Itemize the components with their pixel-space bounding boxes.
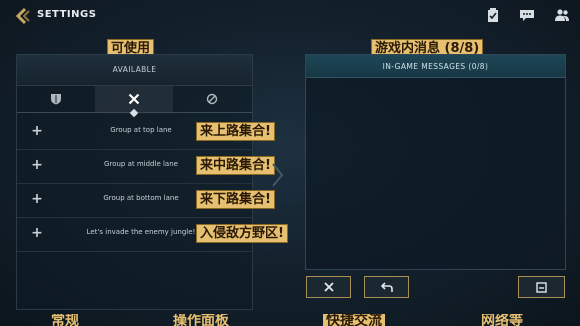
tab-attack[interactable] [95,86,173,118]
chat-icon[interactable] [519,7,535,23]
tab-control-panel[interactable]: 操作面板 [173,314,229,326]
tab-quick-chat[interactable]: 快捷交流 [323,314,385,326]
ingame-messages-header-label: IN-GAME MESSAGES (0/8) [382,62,489,71]
transfer-arrow-icon [270,162,284,188]
clipboard-check-icon[interactable] [485,7,501,23]
tab-network[interactable]: 网络等 [481,314,523,326]
save-icon [536,281,547,293]
tab-ping[interactable] [173,86,251,112]
ingame-messages-panel: IN-GAME MESSAGES (0/8) [305,54,566,270]
friends-icon[interactable] [554,7,570,23]
available-panel: AVAILABLE + Group at top lane + Group at… [16,54,253,310]
available-header: AVAILABLE [17,55,252,86]
clear-button[interactable] [306,276,351,298]
undo-icon [380,281,393,293]
annotation-jungle: 入侵敌方野区! [196,224,288,243]
add-icon[interactable]: + [30,192,44,206]
shield-icon [50,90,62,109]
ingame-messages-header: IN-GAME MESSAGES (0/8) [306,55,565,78]
tab-general[interactable]: 常规 [51,314,79,326]
crossed-swords-icon [128,90,140,109]
top-bar: SETTINGS [0,0,580,32]
add-icon[interactable]: + [30,226,44,240]
annotation-bottom-lane: 来下路集合! [196,190,275,209]
undo-button[interactable] [364,276,409,298]
bottom-tab-bar: 常规 操作面板 快捷交流 网络等 [0,314,580,326]
page-title: SETTINGS [37,9,97,20]
back-arrow-icon[interactable] [14,7,32,25]
save-button[interactable] [518,276,565,298]
add-icon[interactable]: + [30,158,44,172]
available-header-label: AVAILABLE [112,65,157,74]
annotation-top-lane: 来上路集合! [196,122,275,141]
tab-defense[interactable] [17,86,95,112]
close-icon [323,282,334,292]
annotation-mid-lane: 来中路集合! [196,156,275,175]
category-tabs [17,86,252,118]
add-icon[interactable]: + [30,124,44,138]
ping-icon [206,90,218,109]
